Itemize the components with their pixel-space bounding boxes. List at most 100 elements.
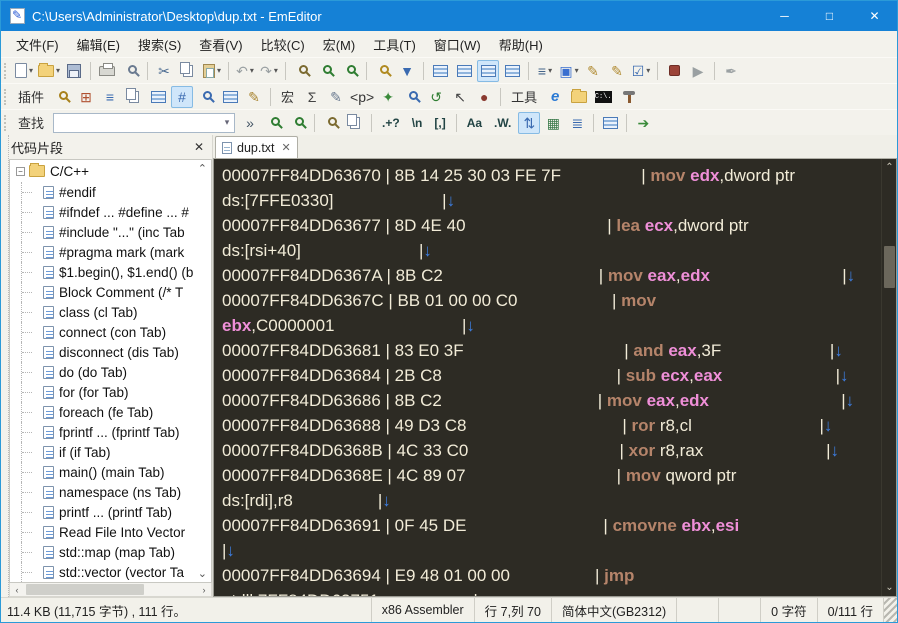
snippet-item[interactable]: std::vector (vector Ta [10,562,211,582]
minimize-button[interactable]: ─ [762,1,807,31]
macro-html-tag-button[interactable]: <p> [349,86,375,108]
highlight-search-button[interactable] [320,112,342,134]
wrap-none-button[interactable] [429,60,451,82]
edit-snippet-button[interactable]: ✎ [606,60,628,82]
encoding[interactable]: 简体中文(GB2312) [550,598,676,622]
editor-area[interactable]: 00007FF84DD63670 | 8B 14 25 30 03 FE 7F … [214,159,881,596]
whole-word-button[interactable]: .W. [488,113,517,133]
find-previous-button[interactable] [315,60,337,82]
redo-button[interactable]: ↷ ▾ [258,60,280,82]
cursor-position[interactable]: 行 7,列 70 [473,598,551,622]
snippet-item[interactable]: Read File Into Vector [10,522,211,542]
open-button[interactable]: ▾ [37,60,61,82]
paste-button[interactable]: ▾ [201,60,223,82]
snippet-item[interactable]: $1.begin(), $1.end() (b [10,262,211,282]
filter-button[interactable]: ▼ [396,60,418,82]
record-macro-button[interactable] [663,60,685,82]
new-button[interactable]: ▾ [13,60,35,82]
tree-root-cpp[interactable]: − C/C++ [10,160,211,182]
panel-drag-grip[interactable] [1,135,9,597]
tool-explorer-button[interactable] [568,86,590,108]
hscroll-left-icon[interactable]: ‹ [10,585,24,595]
selected-chars[interactable]: 0 字符 [760,598,816,622]
print-button[interactable] [96,60,118,82]
toolbar-grip[interactable] [4,88,7,105]
plugin-snippets-button[interactable] [51,86,73,108]
validate-button[interactable]: ☑ ▾ [630,60,652,82]
cut-button[interactable]: ✂ [153,60,175,82]
snippet-item[interactable]: #ifndef ... #define ... # [10,202,211,222]
undo-button[interactable]: ↶ ▾ [234,60,256,82]
close-button[interactable]: ✕ [852,1,897,31]
menu-item-3[interactable]: 搜索(S) [129,31,190,58]
plugin-projects-button[interactable] [219,86,241,108]
tree-scroll-down-icon[interactable]: ⌄ [198,567,207,580]
menu-item-5[interactable]: 比较(C) [252,31,314,58]
outline-button[interactable]: ≡ ▾ [534,60,556,82]
snippet-item[interactable]: foreach (fe Tab) [10,402,211,422]
pin-button[interactable]: ✒ [720,60,742,82]
snippet-item[interactable]: fprintf ... (fprintf Tab) [10,422,211,442]
snippet-item[interactable]: for (for Tab) [10,382,211,402]
dropdown-arrow-icon[interactable]: ▾ [274,66,278,75]
search-up-button[interactable] [263,112,285,134]
menu-item-2[interactable]: 编辑(E) [68,31,129,58]
hscroll-right-icon[interactable]: › [197,585,211,595]
vscroll-down-icon[interactable]: ⌄ [882,582,897,593]
wrap-window-button[interactable] [453,60,475,82]
plugin-outline-text-button[interactable]: ≡ [99,86,121,108]
vscroll-thumb[interactable] [884,246,895,289]
plugin-html-char-button[interactable]: ⊞ [75,86,97,108]
menu-item-7[interactable]: 工具(T) [364,31,425,58]
resize-grip[interactable] [883,598,897,622]
snippets-hscrollbar[interactable]: ‹ › [9,583,212,597]
snippet-item[interactable]: #endif [10,182,211,202]
snippet-item[interactable]: disconnect (dis Tab) [10,342,211,362]
menu-item-9[interactable]: 帮助(H) [490,31,552,58]
vscroll-up-icon[interactable]: ⌃ [882,162,897,173]
plugin-word-count-button[interactable]: ✎ [243,86,265,108]
tree-scroll-up-icon[interactable]: ⌃ [198,162,207,175]
number-range-button[interactable]: [,] [428,113,451,133]
combo-dropdown-icon[interactable]: ▾ [220,117,234,128]
run-macro-button[interactable]: ▶ [687,60,709,82]
macro-edit-button[interactable]: ✎ [325,86,347,108]
snippet-item[interactable]: #pragma mark (mark [10,242,211,262]
quick-macro-button[interactable]: ✎ [582,60,604,82]
edit-mode-button[interactable] [501,60,523,82]
collapse-icon[interactable]: − [16,166,25,176]
snippets-tree[interactable]: − C/C++ #endif #ifndef ... #define ... # #in… [9,159,212,583]
dropdown-arrow-icon[interactable]: ▾ [29,66,33,75]
screen-button[interactable] [599,112,621,134]
save-button[interactable] [63,60,85,82]
search-linked-button[interactable]: ⇅ [518,111,541,134]
syntax-mode[interactable]: x86 Assembler [370,598,474,622]
editor-vscrollbar[interactable]: ⌃ ⌄ [881,159,896,596]
empty-cell-1[interactable] [676,598,718,622]
regex-button[interactable]: .+? [376,113,406,133]
snippet-item[interactable]: namespace (ns Tab) [10,482,211,502]
hscroll-thumb[interactable] [26,584,144,595]
find-expand-button[interactable]: » [239,112,261,134]
maximize-button[interactable]: □ [807,1,852,31]
macro-record-doc-button[interactable]: ● [473,86,495,108]
dropdown-arrow-icon[interactable]: ▾ [575,66,579,75]
bookmark-button[interactable]: ▣ ▾ [558,60,580,82]
snippet-item[interactable]: #include "..." (inc Tab [10,222,211,242]
selected-lines[interactable]: 0/111 行 [816,598,883,622]
numbering-button[interactable]: ≣ [566,112,588,134]
find-text-input[interactable] [54,114,221,131]
toolbar-grip[interactable] [4,62,7,79]
find-next-button[interactable] [339,60,361,82]
snippet-item[interactable]: std::map (map Tab) [10,542,211,562]
menu-item-6[interactable]: 宏(M) [314,31,365,58]
snippet-item[interactable]: Block Comment (/* T [10,282,211,302]
grid-button[interactable]: ▦ [542,112,564,134]
escape-seq-button[interactable]: \n [406,113,429,133]
snippet-item[interactable]: connect (con Tab) [10,322,211,342]
copy-highlighted-button[interactable] [344,112,366,134]
snippet-item[interactable]: do (do Tab) [10,362,211,382]
print-preview-button[interactable] [120,60,142,82]
wrap-page-button[interactable] [477,59,500,82]
match-case-button[interactable]: Aa [461,113,488,133]
